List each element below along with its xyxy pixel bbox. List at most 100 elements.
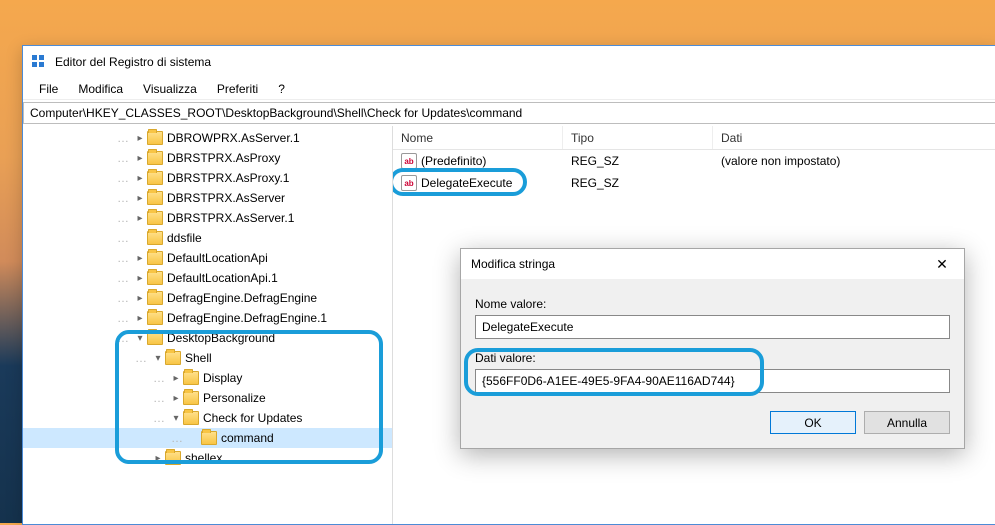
tree-guide: … (153, 371, 166, 385)
col-header-type[interactable]: Tipo (563, 126, 713, 149)
chevron-down-icon[interactable]: ▾ (133, 333, 147, 344)
list-row[interactable]: ab DelegateExecute REG_SZ (393, 172, 995, 194)
chevron-right-icon[interactable]: ▸ (133, 313, 147, 324)
tree-item[interactable]: …▸ DefaultLocationApi (23, 248, 392, 268)
tree-item[interactable]: …▸ Personalize (23, 388, 392, 408)
dialog-name-label: Nome valore: (475, 297, 950, 311)
tree-guide: … (117, 171, 130, 185)
tree-item[interactable]: …▸ shellex (23, 448, 392, 468)
tree-guide: … (117, 271, 130, 285)
dialog-data-input[interactable] (475, 369, 950, 393)
chevron-right-icon[interactable]: ▸ (133, 253, 147, 264)
tree-pane[interactable]: …▸DBROWPRX.AsServer.1…▸DBRSTPRX.AsProxy…… (23, 126, 393, 524)
chevron-down-icon[interactable]: ▾ (151, 353, 165, 364)
folder-icon (147, 311, 163, 325)
col-header-data[interactable]: Dati (713, 126, 995, 149)
tree-item[interactable]: …▸DefragEngine.DefragEngine (23, 288, 392, 308)
folder-icon (165, 351, 181, 365)
address-bar[interactable]: Computer\HKEY_CLASSES_ROOT\DesktopBackgr… (23, 102, 995, 124)
tree-item[interactable]: …▸ DBRSTPRX.AsProxy.1 (23, 168, 392, 188)
tree-item[interactable]: …▾Check for Updates (23, 408, 392, 428)
tree-guide: … (117, 311, 130, 325)
folder-icon (147, 151, 163, 165)
value-data: (valore non impostato) (713, 154, 995, 168)
list-row[interactable]: ab(Predefinito)REG_SZ(valore non imposta… (393, 150, 995, 172)
app-icon (31, 54, 47, 70)
cancel-button[interactable]: Annulla (864, 411, 950, 434)
chevron-right-icon[interactable]: ▸ (133, 153, 147, 164)
tree-item-label: DBRSTPRX.AsProxy (167, 151, 280, 165)
value-type: REG_SZ (563, 176, 713, 190)
tree-item-label: DefragEngine.DefragEngine (167, 291, 317, 305)
folder-icon (147, 171, 163, 185)
tree-item-label: Personalize (203, 391, 266, 405)
chevron-right-icon[interactable]: ▸ (133, 173, 147, 184)
value-type: REG_SZ (563, 154, 713, 168)
folder-icon (183, 391, 199, 405)
tree-item[interactable]: …▸DBRSTPRX.AsProxy (23, 148, 392, 168)
menu-help[interactable]: ? (268, 80, 295, 98)
tree-item-label: DefaultLocationApi.1 (167, 271, 278, 285)
dialog-data-label: Dati valore: (475, 351, 950, 365)
list-header: Nome Tipo Dati (393, 126, 995, 150)
string-value-icon: ab (401, 175, 417, 191)
chevron-right-icon[interactable]: ▸ (151, 453, 165, 464)
chevron-right-icon[interactable]: ▸ (169, 373, 183, 384)
tree-guide: … (153, 391, 166, 405)
menu-edit[interactable]: Modifica (68, 80, 133, 98)
close-icon[interactable]: ✕ (922, 250, 962, 278)
tree-item[interactable]: …▾ DesktopBackground (23, 328, 392, 348)
folder-icon (147, 291, 163, 305)
folder-icon (183, 411, 199, 425)
menu-file[interactable]: File (29, 80, 68, 98)
edit-string-dialog: Modifica stringa ✕ Nome valore: Dati val… (460, 248, 965, 449)
chevron-right-icon[interactable]: ▸ (133, 133, 147, 144)
tree-item-label: Shell (185, 351, 212, 365)
tree-item-label: shellex (185, 451, 222, 465)
dialog-title-text: Modifica stringa (471, 257, 555, 271)
chevron-right-icon[interactable]: ▸ (133, 193, 147, 204)
tree-item-label: ddsfile (167, 231, 202, 245)
folder-icon (147, 191, 163, 205)
tree-item[interactable]: …▾Shell (23, 348, 392, 368)
ok-button[interactable]: OK (770, 411, 856, 434)
chevron-down-icon[interactable]: ▾ (169, 413, 183, 424)
chevron-right-icon[interactable]: ▸ (169, 393, 183, 404)
tree-item[interactable]: …▸ Display (23, 368, 392, 388)
folder-icon (147, 271, 163, 285)
menu-view[interactable]: Visualizza (133, 80, 207, 98)
tree-item-label: DefaultLocationApi (167, 251, 268, 265)
tree-guide: … (135, 451, 148, 465)
tree-guide: … (117, 331, 130, 345)
tree-item[interactable]: …▸DBRSTPRX.AsServer.1 (23, 208, 392, 228)
col-header-name[interactable]: Nome (393, 126, 563, 149)
tree-item-label: DBRSTPRX.AsProxy.1 (167, 171, 289, 185)
value-name: DelegateExecute (421, 176, 512, 190)
menubar: File Modifica Visualizza Preferiti ? (23, 78, 995, 100)
tree-item[interactable]: …▸ DefaultLocationApi.1 (23, 268, 392, 288)
folder-icon (147, 331, 163, 345)
tree-item-label: Display (203, 371, 242, 385)
folder-icon (183, 371, 199, 385)
folder-icon (147, 211, 163, 225)
value-name: (Predefinito) (421, 154, 486, 168)
tree-item[interactable]: …▸DBROWPRX.AsServer.1 (23, 128, 392, 148)
tree-item-label: DesktopBackground (167, 331, 275, 345)
chevron-right-icon[interactable]: ▸ (133, 213, 147, 224)
tree-item[interactable]: …▸ DefragEngine.DefragEngine.1 (23, 308, 392, 328)
folder-icon (147, 131, 163, 145)
chevron-right-icon[interactable]: ▸ (133, 293, 147, 304)
tree-guide: … (117, 251, 130, 265)
tree-item[interactable]: …command (23, 428, 392, 448)
tree-item[interactable]: …ddsfile (23, 228, 392, 248)
titlebar[interactable]: Editor del Registro di sistema (23, 46, 995, 78)
dialog-name-input[interactable] (475, 315, 950, 339)
tree-guide: … (153, 411, 166, 425)
tree-item-label: DefragEngine.DefragEngine.1 (167, 311, 327, 325)
tree-item[interactable]: …▸DBRSTPRX.AsServer (23, 188, 392, 208)
chevron-right-icon[interactable]: ▸ (133, 273, 147, 284)
menu-favorites[interactable]: Preferiti (207, 80, 268, 98)
tree-item-label: DBRSTPRX.AsServer.1 (167, 211, 294, 225)
dialog-titlebar[interactable]: Modifica stringa ✕ (461, 249, 964, 279)
tree-item-label: DBRSTPRX.AsServer (167, 191, 285, 205)
